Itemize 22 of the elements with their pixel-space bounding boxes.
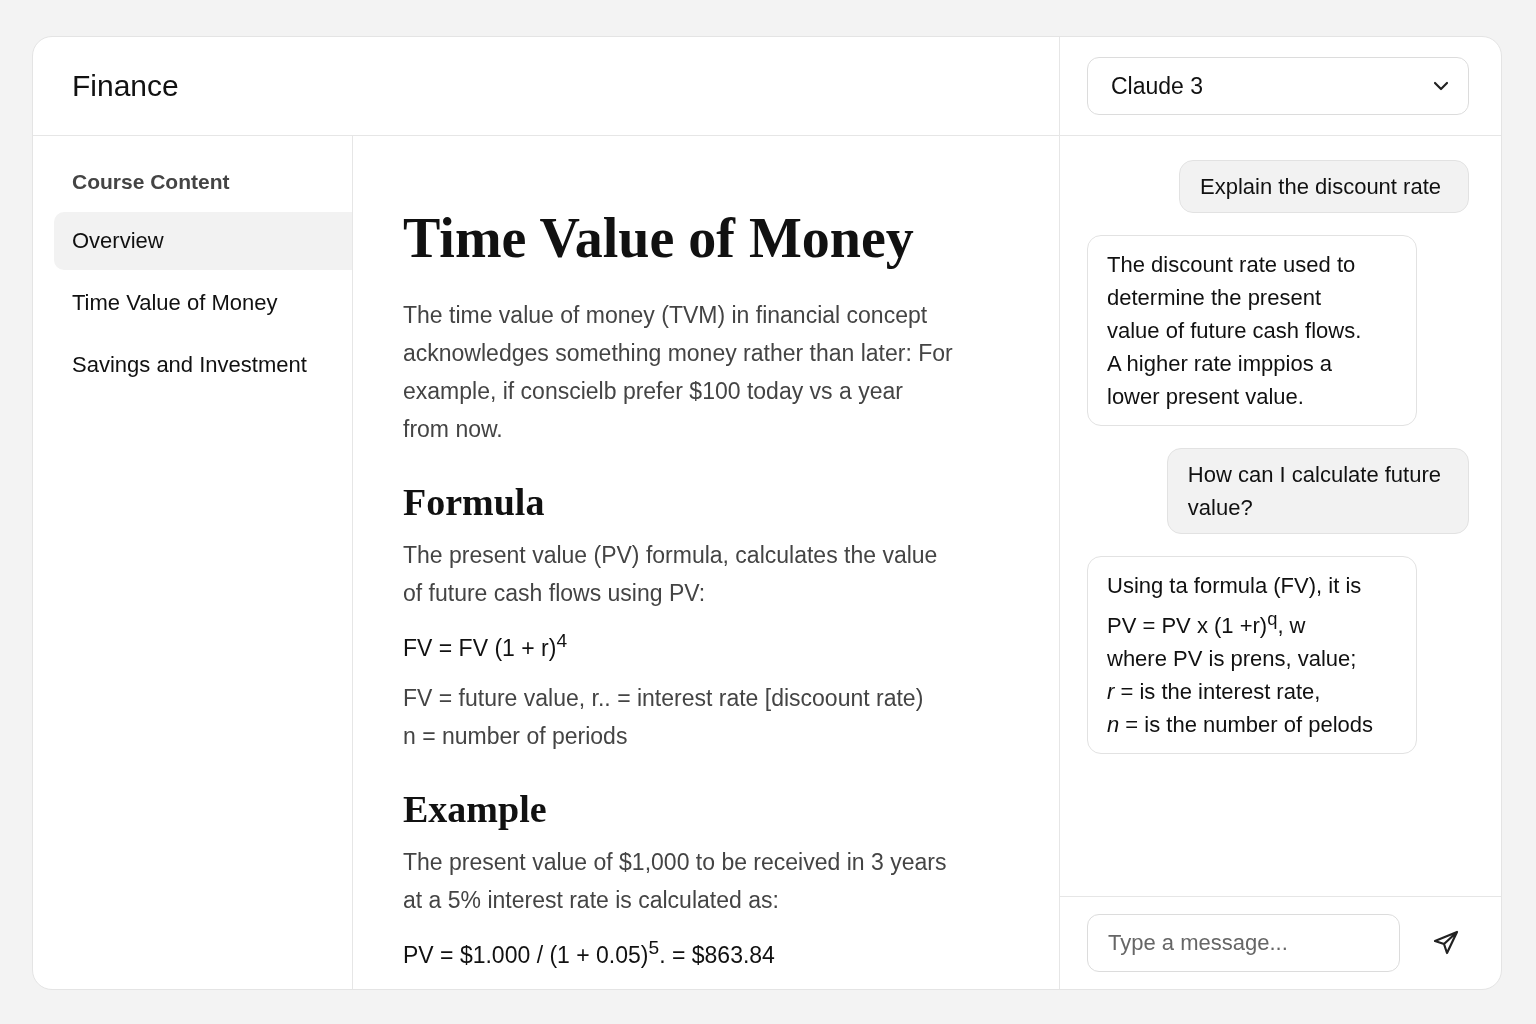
assistant-message: Using ta formula (FV), it is PV = PV x (1 +r)$^{q}$, w where PV is prens, value; r = is the interest rate, n = is the number of pelods xyxy=(1087,556,1417,755)
paragraph: The present value of $1,000 to be received in 3 years at a 5% interest rate is calculated as: xyxy=(403,847,948,915)
section-heading: Formula xyxy=(403,480,546,525)
chevron-down-icon xyxy=(1432,80,1450,92)
formula: FV = FV (1 + r)$^{4}$ xyxy=(403,629,569,663)
paragraph: FV = future value, r.. = interest rate [discoount rate) n = number of periods xyxy=(403,683,925,751)
sidebar-item[interactable]: Savings and Investment xyxy=(54,336,352,394)
user-message: How can I calculate future value? xyxy=(1166,448,1469,534)
sidebar-item[interactable]: Overview xyxy=(54,212,352,270)
paragraph: The present value (PV) formula, calculates the value of future cash flows using PV: xyxy=(403,541,939,608)
message-input[interactable]: Type a message... xyxy=(1087,914,1400,972)
model-dropdown[interactable]: Claude 3 xyxy=(1087,57,1469,115)
sidebar-item[interactable]: Time Value of Money xyxy=(54,274,352,332)
user-message: Explain the discount rate xyxy=(1179,160,1469,213)
assistant-message: The discount rate used to determine the present value of future cash flows. A higher rate imppios a lower present value. xyxy=(1087,235,1417,426)
app-title: Finance xyxy=(72,69,179,103)
article-title: Time Value of Money xyxy=(403,206,915,270)
paragraph: The time value of money (TVM) in financial concept acknowledges something money rather than later: For example, if conscielb prefer $100 today vs a year from now. xyxy=(403,301,954,444)
section-heading: Example xyxy=(403,786,548,832)
send-icon[interactable] xyxy=(1432,929,1460,957)
formula: PV = $1.000 / (1 + 0.05)$^{5}$. = $863.84 xyxy=(403,935,776,970)
sidebar-heading: Course Content xyxy=(71,170,231,195)
